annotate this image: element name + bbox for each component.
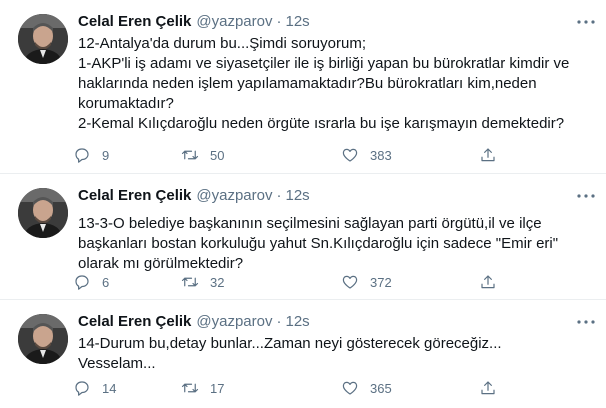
more-dots-icon[interactable]	[572, 312, 600, 332]
avatar[interactable]	[18, 314, 68, 364]
reply-count: 9	[102, 147, 110, 163]
retweet-icon	[178, 270, 202, 294]
reply-count: 14	[102, 380, 117, 396]
tweet-time[interactable]: 12s	[285, 313, 309, 330]
tweet-actions: 9 50 383	[70, 143, 510, 167]
like-button[interactable]: 383	[338, 143, 392, 167]
avatar[interactable]	[18, 188, 68, 238]
retweet-count: 32	[210, 274, 225, 290]
like-button[interactable]: 365	[338, 376, 392, 400]
author-handle[interactable]: @yazparov	[196, 13, 272, 30]
tweet[interactable]: Celal Eren Çelik @yazparov · 12s 14-Duru…	[0, 300, 606, 408]
share-button[interactable]	[476, 376, 500, 400]
author-name[interactable]: Celal Eren Çelik	[78, 187, 191, 204]
separator-dot: ·	[276, 312, 282, 330]
share-icon	[476, 270, 500, 294]
author-name[interactable]: Celal Eren Çelik	[78, 13, 191, 30]
heart-icon	[338, 143, 362, 167]
reply-icon	[70, 376, 94, 400]
like-count: 383	[370, 147, 392, 163]
reply-button[interactable]: 9	[70, 143, 109, 167]
tweet-time[interactable]: 12s	[285, 187, 309, 204]
tweet-text: 12-Antalya'da durum bu...Şimdi soruyorum…	[78, 35, 570, 132]
tweet-actions: 14 17 365	[70, 376, 510, 400]
tweet-time[interactable]: 12s	[285, 13, 309, 30]
separator-dot: ·	[276, 12, 282, 30]
tweet-text: 14-Durum bu,detay bunlar...Zaman neyi gö…	[78, 335, 502, 372]
retweet-icon	[178, 143, 202, 167]
timeline: Celal Eren Çelik @yazparov · 12s 12-Anta…	[0, 0, 606, 408]
more-dots-icon[interactable]	[572, 12, 600, 32]
reply-icon	[70, 270, 94, 294]
tweet-actions: 6 32 372	[70, 270, 510, 294]
share-icon	[476, 143, 500, 167]
like-count: 372	[370, 274, 392, 290]
retweet-button[interactable]: 32	[178, 270, 224, 294]
share-icon	[476, 376, 500, 400]
avatar[interactable]	[18, 14, 68, 64]
separator-dot: ·	[276, 186, 282, 204]
heart-icon	[338, 270, 362, 294]
tweet-text: 13-3-O belediye başkanının seçilmesini s…	[78, 215, 559, 272]
more-dots-icon[interactable]	[572, 186, 600, 206]
like-count: 365	[370, 380, 392, 396]
retweet-icon	[178, 376, 202, 400]
heart-icon	[338, 376, 362, 400]
author-handle[interactable]: @yazparov	[196, 313, 272, 330]
like-button[interactable]: 372	[338, 270, 392, 294]
reply-count: 6	[102, 274, 110, 290]
reply-button[interactable]: 6	[70, 270, 109, 294]
tweet[interactable]: Celal Eren Çelik @yazparov · 12s 13-3-O …	[0, 174, 606, 300]
retweet-count: 50	[210, 147, 225, 163]
share-button[interactable]	[476, 270, 500, 294]
retweet-button[interactable]: 17	[178, 376, 224, 400]
reply-icon	[70, 143, 94, 167]
share-button[interactable]	[476, 143, 500, 167]
retweet-button[interactable]: 50	[178, 143, 224, 167]
author-handle[interactable]: @yazparov	[196, 187, 272, 204]
author-name[interactable]: Celal Eren Çelik	[78, 313, 191, 330]
tweet[interactable]: Celal Eren Çelik @yazparov · 12s 12-Anta…	[0, 0, 606, 174]
reply-button[interactable]: 14	[70, 376, 116, 400]
retweet-count: 17	[210, 380, 225, 396]
